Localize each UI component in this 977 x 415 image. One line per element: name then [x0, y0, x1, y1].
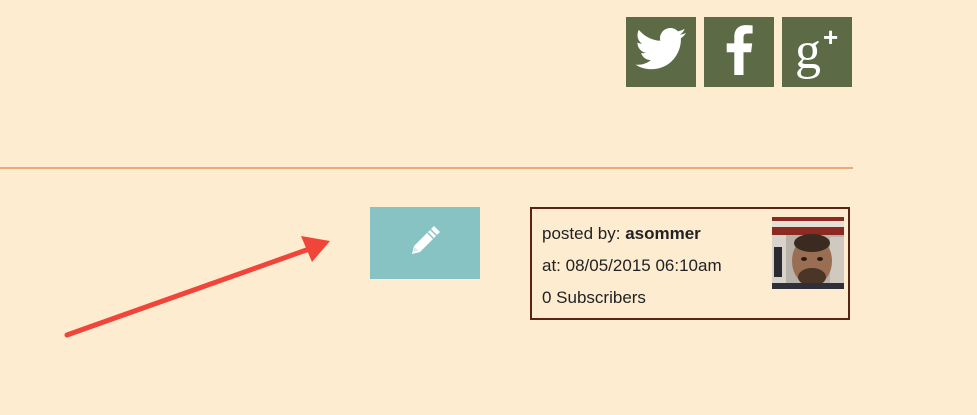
posted-by-label: posted by: [542, 224, 621, 243]
at-label: at: [542, 256, 561, 275]
edit-post-button[interactable] [370, 207, 480, 279]
svg-text:+: + [823, 22, 838, 52]
subscriber-count: 0 Subscribers [542, 288, 646, 307]
post-timestamp: 08/05/2015 06:10am [565, 256, 722, 275]
facebook-share-button[interactable] [704, 17, 774, 87]
timestamp-line: at: 08/05/2015 06:10am [542, 256, 722, 276]
pencil-icon [408, 224, 442, 263]
google-plus-share-button[interactable]: g + [782, 17, 852, 87]
social-share-bar: g + [626, 17, 852, 87]
section-divider [0, 167, 853, 169]
post-info-box: posted by: asommer at: 08/05/2015 06:10a… [530, 207, 850, 320]
facebook-icon [724, 24, 754, 80]
posted-by-line: posted by: asommer [542, 224, 701, 244]
google-plus-icon: g + [787, 20, 847, 85]
svg-text:g: g [795, 23, 821, 80]
avatar[interactable] [772, 217, 844, 289]
author-username[interactable]: asommer [625, 224, 701, 243]
twitter-share-button[interactable] [626, 17, 696, 87]
twitter-icon [635, 27, 687, 77]
